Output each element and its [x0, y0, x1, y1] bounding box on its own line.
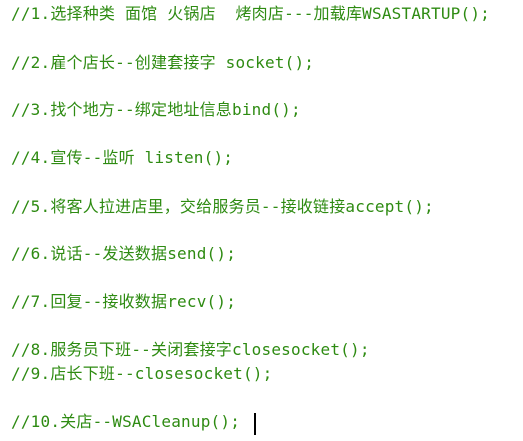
- code-line-2[interactable]: //2.雇个店长--创建套接字 socket();: [11, 51, 314, 75]
- code-line-3[interactable]: //3.找个地方--绑定地址信息bind();: [11, 98, 301, 122]
- code-line-10[interactable]: //10.关店--WSACleanup();: [11, 410, 240, 434]
- code-line-8[interactable]: //8.服务员下班--关闭套接字closesocket();: [11, 338, 370, 362]
- code-line-1[interactable]: //1.选择种类 面馆 火锅店 烤肉店---加载库WSASTARTUP();: [11, 2, 490, 26]
- clipped-previous-line: [120, 0, 240, 1]
- code-line-9[interactable]: //9.店长下班--closesocket();: [11, 362, 272, 386]
- text-caret: [254, 413, 256, 435]
- code-line-6[interactable]: //6.说话--发送数据send();: [11, 242, 236, 266]
- code-editor[interactable]: //1.选择种类 面馆 火锅店 烤肉店---加载库WSASTARTUP(); /…: [0, 0, 523, 441]
- code-line-4[interactable]: //4.宣传--监听 listen();: [11, 146, 233, 170]
- code-line-7[interactable]: //7.回复--接收数据recv();: [11, 290, 236, 314]
- code-line-5[interactable]: //5.将客人拉进店里，交给服务员--接收链接accept();: [11, 195, 434, 219]
